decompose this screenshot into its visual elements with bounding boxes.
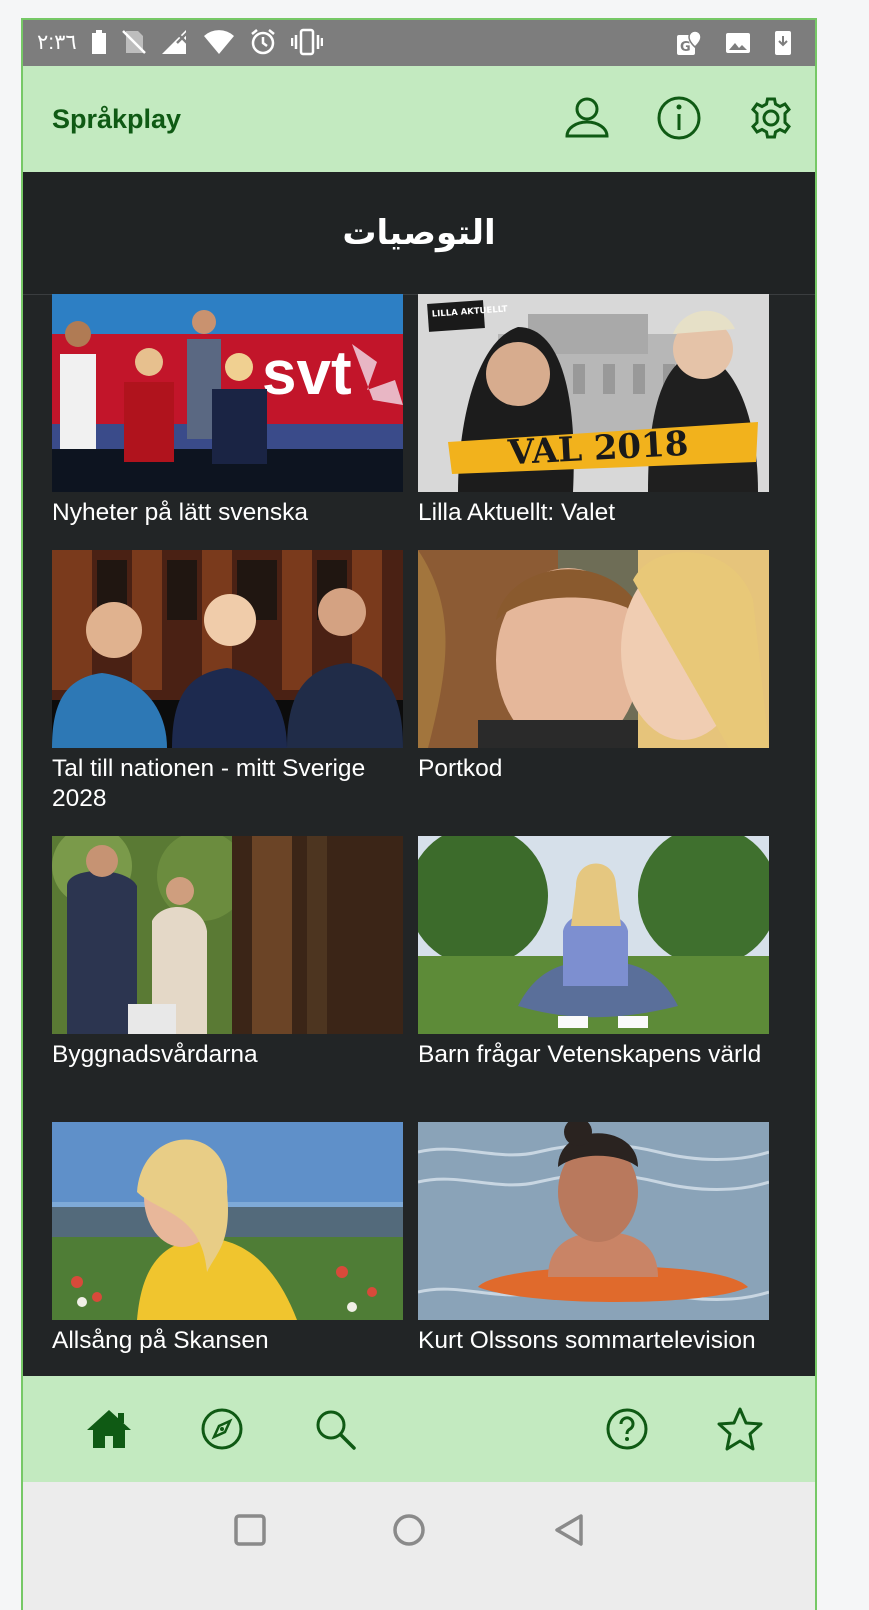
program-thumbnail — [418, 550, 769, 748]
home-icon — [87, 1410, 131, 1448]
program-card[interactable]: Allsång på Skansen — [52, 1122, 403, 1356]
program-card[interactable]: Kurt Olssons sommartelevision — [418, 1122, 769, 1356]
status-bar: ٢:٣٦ G — [23, 20, 815, 66]
battery-icon — [91, 30, 106, 54]
nav-search[interactable] — [310, 1404, 360, 1454]
program-title: Portkod — [418, 755, 503, 782]
info-icon — [657, 96, 701, 140]
settings-button[interactable] — [747, 94, 795, 142]
search-icon — [316, 1410, 356, 1450]
back-button[interactable] — [549, 1510, 589, 1550]
square-icon — [234, 1514, 266, 1546]
status-time: ٢:٣٦ — [37, 30, 77, 54]
nav-help[interactable] — [602, 1404, 652, 1454]
program-title: Allsång på Skansen — [52, 1327, 269, 1354]
program-thumbnail — [52, 1122, 403, 1320]
svt-logo: svt — [262, 339, 352, 408]
program-card[interactable]: Portkod — [418, 550, 769, 784]
recent-apps-button[interactable] — [230, 1510, 270, 1550]
help-icon — [606, 1408, 648, 1450]
program-title: Nyheter på lätt svenska — [52, 499, 309, 526]
program-thumbnail — [418, 1122, 769, 1320]
program-card[interactable]: LILLA AKTUELLT VAL 2018 Lilla Aktuellt: … — [418, 294, 769, 528]
bottom-navigation — [23, 1376, 815, 1482]
program-thumbnail: LILLA AKTUELLT VAL 2018 — [418, 294, 769, 492]
home-system-button[interactable] — [389, 1510, 429, 1550]
system-navigation-bar — [23, 1482, 815, 1610]
no-signal-icon — [161, 30, 188, 54]
program-card[interactable]: svt Nyheter på lätt svenska — [52, 294, 403, 528]
vibrate-icon — [290, 28, 323, 56]
back-triangle-icon — [555, 1514, 583, 1546]
wifi-icon — [203, 30, 234, 54]
program-title: Lilla Aktuellt: Valet — [418, 499, 616, 526]
program-card[interactable]: Byggnadsvårdarna — [52, 836, 403, 1070]
circle-icon — [393, 1514, 425, 1546]
program-title: Byggnadsvårdarna — [52, 1041, 258, 1068]
program-title: Tal till nationen - mitt Sverige 2028 — [52, 755, 366, 812]
download-notification-icon — [775, 31, 791, 55]
program-thumbnail: svt — [52, 294, 403, 492]
user-icon — [565, 97, 609, 138]
program-card[interactable]: Tal till nationen - mitt Sverige 2028 — [52, 550, 403, 814]
recommendations-grid: svt Nyheter på lätt svenska LILLA AKTUEL… — [52, 294, 770, 1376]
gear-icon — [751, 97, 791, 139]
nav-explore[interactable] — [197, 1404, 247, 1454]
section-header: التوصيات — [23, 172, 815, 295]
program-thumbnail — [52, 836, 403, 1034]
program-thumbnail — [52, 550, 403, 748]
profile-button[interactable] — [563, 94, 611, 142]
program-title: Kurt Olssons sommartelevision — [418, 1327, 756, 1354]
app-bar: Språkplay — [23, 66, 815, 172]
nav-home[interactable] — [84, 1404, 134, 1454]
alarm-icon — [250, 29, 275, 55]
maps-notification-icon: G — [677, 30, 702, 55]
section-title: التوصيات — [342, 213, 496, 253]
program-title: Barn frågar Vetenskapens värld — [418, 1041, 762, 1068]
program-thumbnail — [418, 836, 769, 1034]
no-sim-icon — [121, 30, 146, 54]
program-card[interactable]: Barn frågar Vetenskapens värld — [418, 836, 769, 1070]
compass-icon — [201, 1408, 243, 1450]
nav-favorites[interactable] — [715, 1404, 765, 1454]
phone-frame: ٢:٣٦ G Språkplay التوصيات svt Nyheter på… — [21, 18, 817, 1610]
star-icon — [717, 1407, 763, 1451]
app-title: Språkplay — [52, 104, 182, 134]
gallery-notification-icon — [726, 33, 750, 53]
svg-text:G: G — [680, 40, 691, 55]
info-button[interactable] — [655, 94, 703, 142]
